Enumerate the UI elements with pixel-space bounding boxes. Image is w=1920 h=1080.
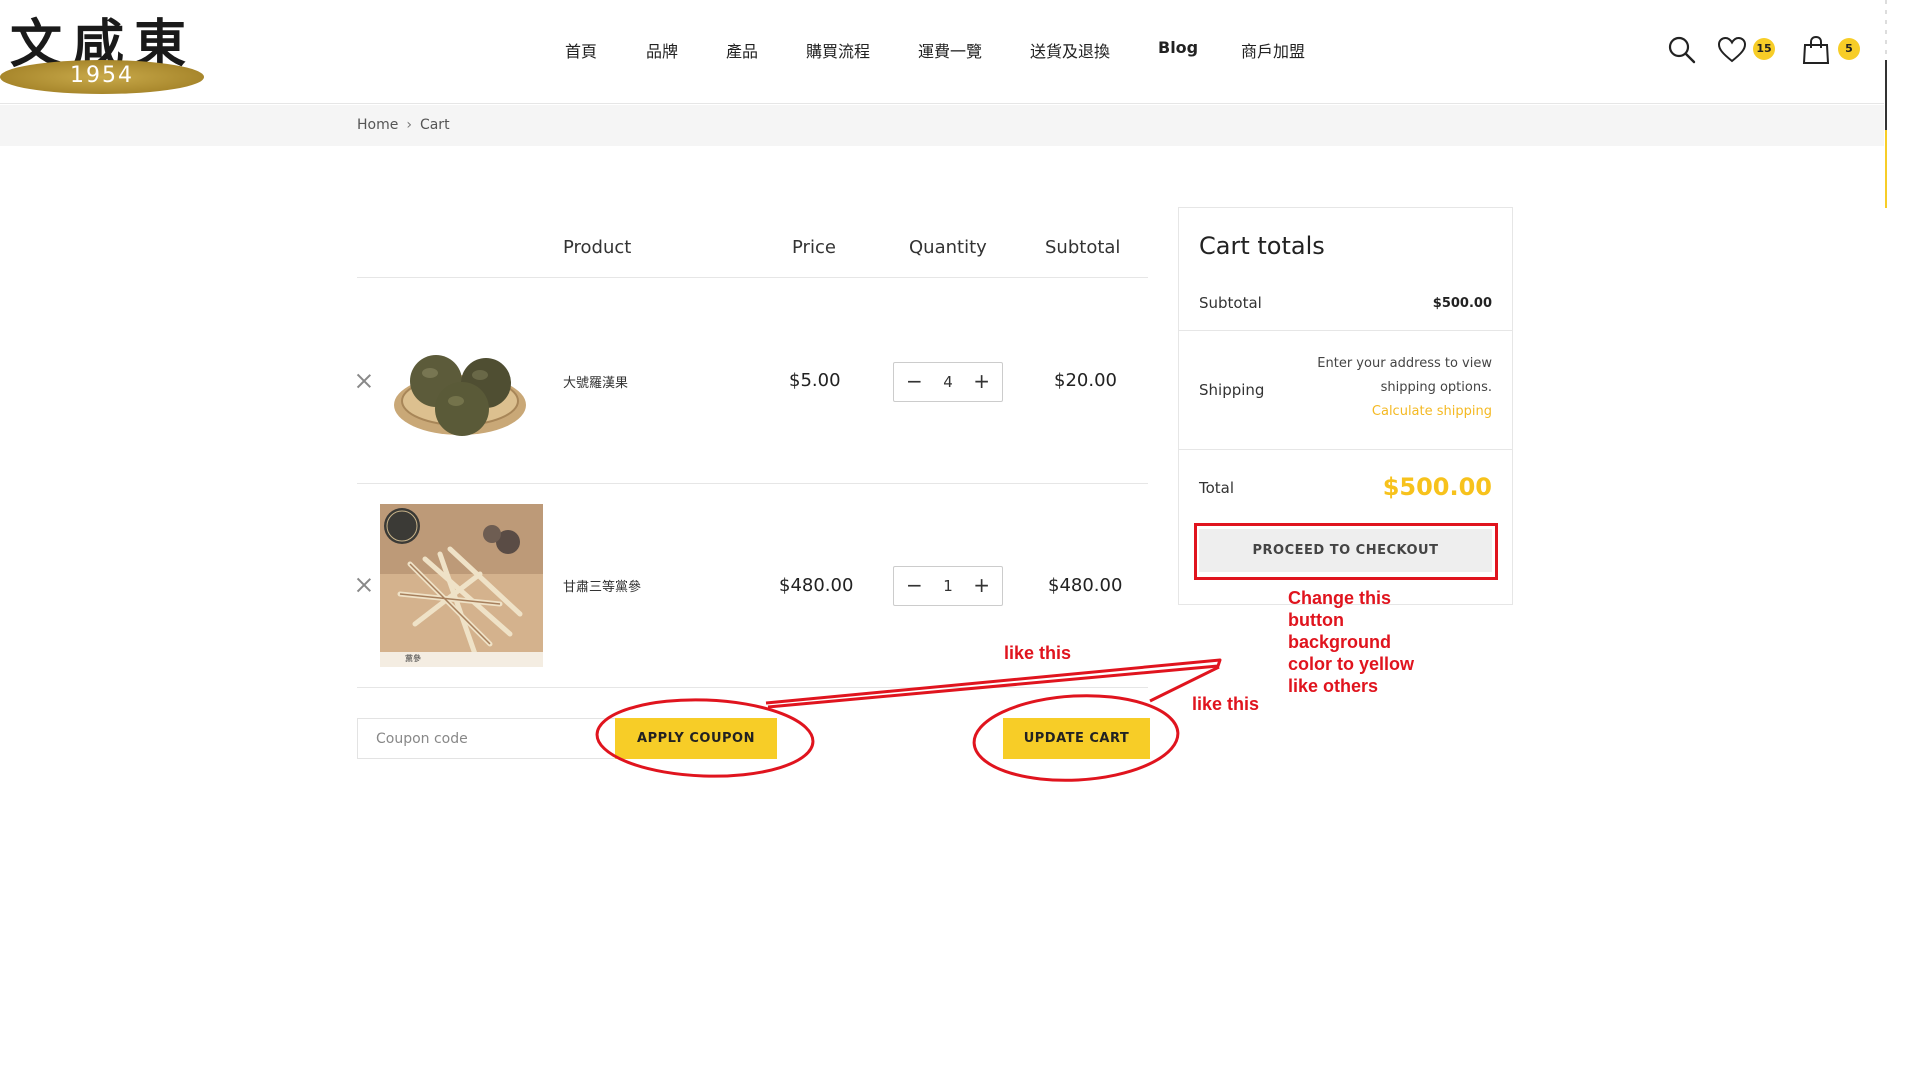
- quantity-stepper: − 4 +: [893, 362, 1003, 402]
- annotation-note-line: color to yellow: [1288, 654, 1415, 674]
- remove-item-icon[interactable]: [356, 373, 372, 389]
- product-thumbnail[interactable]: [390, 325, 530, 445]
- breadcrumb-current: Cart: [419, 117, 450, 133]
- annotation-highlight-box: [1194, 523, 1498, 580]
- breadcrumb: Home › Cart: [357, 117, 450, 133]
- remove-item-icon[interactable]: [356, 577, 372, 593]
- wishlist-count-badge: 15: [1753, 38, 1775, 60]
- product-thumbnail[interactable]: 黨參: [380, 504, 543, 667]
- annotation-drawings: [595, 658, 1222, 782]
- column-header-subtotal: Subtotal: [1045, 237, 1121, 258]
- nav-item-merchant[interactable]: 商戶加盟: [1241, 38, 1305, 62]
- subtotal-value: $500.00: [1432, 296, 1492, 311]
- breadcrumb-home[interactable]: Home: [357, 117, 398, 133]
- product-name-link[interactable]: 甘肅三等黨參: [563, 576, 641, 595]
- annotation-note-line: button: [1288, 610, 1344, 630]
- row-subtotal: $480.00: [1048, 575, 1123, 596]
- quantity-increase-button[interactable]: +: [973, 573, 990, 597]
- annotation-note-line: background: [1288, 632, 1392, 652]
- quantity-increase-button[interactable]: +: [973, 369, 990, 393]
- logo-year: 1954: [70, 63, 134, 88]
- shipping-info-line: shipping options.: [1380, 380, 1492, 395]
- nav-item-blog[interactable]: Blog: [1158, 38, 1198, 57]
- update-cart-button[interactable]: UPDATE CART: [1003, 718, 1150, 759]
- nav-item-products[interactable]: 產品: [726, 38, 758, 62]
- nav-item-purchase-process[interactable]: 購買流程: [806, 38, 870, 62]
- shipping-label: Shipping: [1199, 381, 1265, 399]
- table-divider: [357, 687, 1148, 688]
- annotation-like-this: like this: [1004, 643, 1072, 663]
- scroll-edge-marker: [1885, 0, 1887, 208]
- annotation-note: Change this button background color to y…: [1288, 587, 1414, 697]
- annotation-like-this: like this: [1192, 694, 1260, 714]
- table-divider: [357, 277, 1148, 278]
- product-price: $5.00: [789, 370, 841, 391]
- search-icon[interactable]: [1666, 34, 1698, 66]
- totals-divider: [1179, 330, 1512, 331]
- nav-item-shipping-fees[interactable]: 運費一覽: [918, 38, 982, 62]
- cart-count-badge: 5: [1838, 38, 1860, 60]
- breadcrumb-separator: ›: [406, 117, 412, 133]
- site-logo[interactable]: 文咸東 1954: [0, 2, 205, 94]
- nav-item-brand[interactable]: 品牌: [646, 38, 678, 62]
- product-price: $480.00: [779, 575, 854, 596]
- site-header: 文咸東 1954 首頁 品牌 產品 購買流程 運費一覽 送貨及退換 Blog 商…: [0, 0, 1884, 104]
- coupon-code-input[interactable]: [357, 718, 617, 759]
- annotation-note-line: Change this: [1288, 588, 1392, 608]
- nav-item-delivery-returns[interactable]: 送貨及退換: [1030, 38, 1110, 62]
- nav-item-home[interactable]: 首頁: [565, 38, 597, 62]
- annotation-arrow-line: [765, 658, 1222, 709]
- shipping-info-line: Enter your address to view: [1317, 356, 1492, 371]
- column-header-product: Product: [563, 237, 632, 258]
- subtotal-label: Subtotal: [1199, 294, 1262, 312]
- calculate-shipping-link[interactable]: Calculate shipping: [1372, 404, 1492, 419]
- heart-icon[interactable]: [1716, 34, 1748, 66]
- thumbnail-caption: 黨參: [405, 654, 421, 663]
- column-header-price: Price: [792, 237, 836, 258]
- totals-divider: [1179, 449, 1512, 450]
- annotation-note-line: like others: [1288, 676, 1379, 696]
- quantity-stepper: − 1 +: [893, 566, 1003, 606]
- total-label: Total: [1199, 479, 1235, 497]
- apply-coupon-button[interactable]: APPLY COUPON: [615, 718, 777, 759]
- table-divider: [357, 483, 1148, 484]
- total-value: $500.00: [1382, 473, 1492, 501]
- column-header-quantity: Quantity: [909, 237, 987, 258]
- row-subtotal: $20.00: [1054, 370, 1117, 391]
- shopping-bag-icon[interactable]: [1800, 34, 1832, 66]
- breadcrumb-bar: Home › Cart: [0, 105, 1884, 146]
- cart-totals-title: Cart totals: [1199, 232, 1325, 260]
- product-name-link[interactable]: 大號羅漢果: [563, 372, 628, 391]
